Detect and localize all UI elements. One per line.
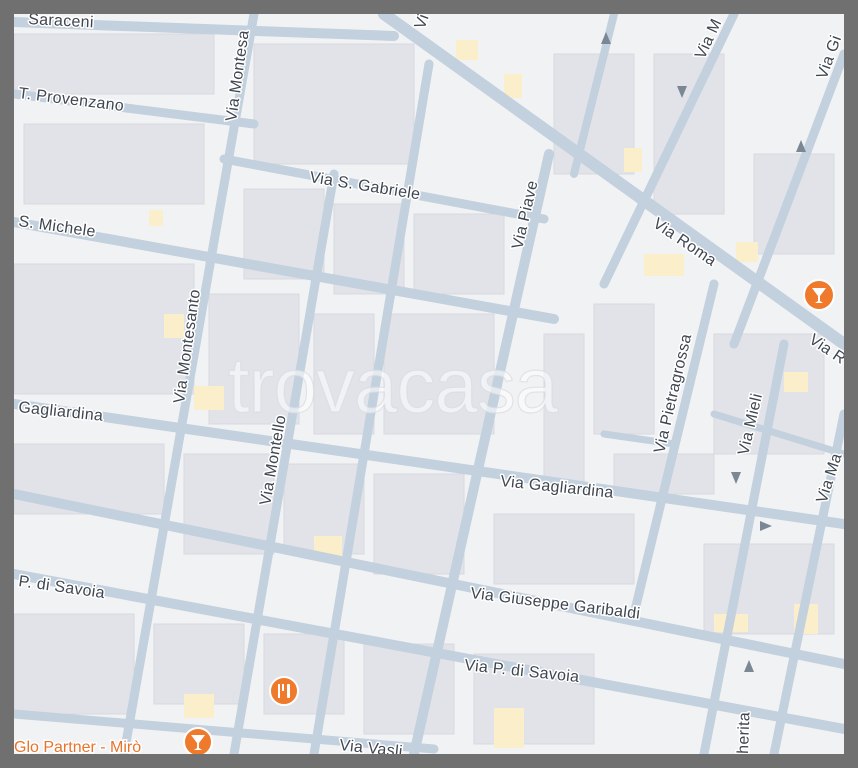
street-label-montesanto-top: Via Montesa xyxy=(223,29,253,122)
cocktail-icon[interactable] xyxy=(803,279,835,311)
watermark: trovacasa xyxy=(228,341,559,429)
street-label-savoia-left: P. di Savoia xyxy=(17,573,105,602)
map-canvas[interactable]: Saraceni T. Provenzano Via S. Gabriele S… xyxy=(14,14,844,754)
street-label-top-vi: Vi xyxy=(412,14,433,31)
cocktail-icon[interactable] xyxy=(183,727,213,754)
map-svg: Saraceni T. Provenzano Via S. Gabriele S… xyxy=(14,14,844,754)
map-frame: Saraceni T. Provenzano Via S. Gabriele S… xyxy=(0,0,858,768)
street-label-garibaldi: Via Giuseppe Garibaldi xyxy=(470,585,642,623)
street-label-top-cut: Saraceni xyxy=(28,14,94,31)
arrow-down-icon xyxy=(731,472,741,484)
street-label-herita: herita xyxy=(735,712,753,754)
arrow-up-icon xyxy=(744,660,754,672)
street-label-gagliardina-left: Gagliardina xyxy=(18,399,104,425)
street-label-michele: S. Michele xyxy=(17,213,96,241)
street-label-via-ma: Via Ma xyxy=(814,451,844,505)
restaurant-icon[interactable] xyxy=(269,676,299,706)
poi-label-glo-partner[interactable]: Glo Partner - Mirò xyxy=(14,738,143,755)
street-label-vasto: Via Vasli xyxy=(339,737,404,754)
arrow-right-icon xyxy=(760,521,772,531)
